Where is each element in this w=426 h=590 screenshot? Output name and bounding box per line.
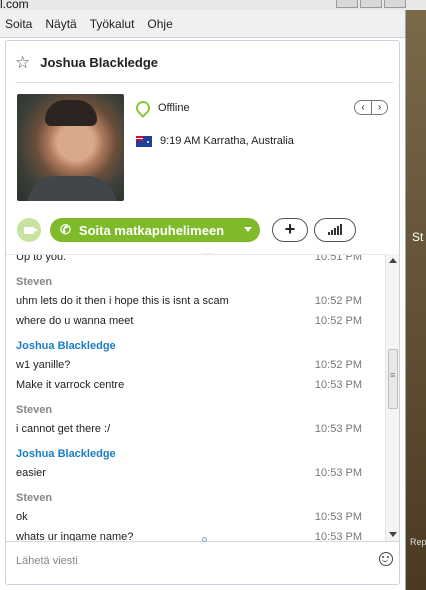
sender-name[interactable]: Steven bbox=[16, 492, 52, 504]
message-timestamp: 10:53 PM bbox=[314, 511, 362, 523]
message-text: uhm lets do it then i hope this is isnt … bbox=[16, 295, 229, 307]
message-text: ok bbox=[16, 511, 28, 523]
contact-name: Joshua Blackledge bbox=[40, 54, 159, 70]
splitter-handle-icon[interactable] bbox=[202, 537, 207, 542]
contact-nav-arrows: ‹ › bbox=[354, 100, 388, 115]
message-row[interactable]: easier 10:53 PM bbox=[6, 463, 385, 483]
background-window-controls bbox=[336, 0, 406, 8]
background-text: St bbox=[412, 230, 424, 244]
sender-name[interactable]: Steven bbox=[16, 276, 52, 288]
message-compose-area bbox=[6, 537, 399, 584]
scroll-down-icon[interactable] bbox=[389, 532, 397, 537]
emoticon-icon[interactable] bbox=[379, 552, 393, 566]
status-text: Offline bbox=[158, 102, 190, 114]
message-timestamp: 10:51 PM bbox=[314, 254, 362, 263]
header-divider bbox=[15, 82, 394, 83]
next-arrow-icon[interactable]: › bbox=[371, 101, 387, 114]
message-sender: Joshua Blackledge bbox=[6, 443, 385, 463]
close-icon[interactable] bbox=[384, 0, 406, 8]
call-quality-button[interactable] bbox=[314, 218, 356, 242]
message-timestamp: 10:52 PM bbox=[314, 359, 362, 371]
avatar-hair bbox=[45, 100, 97, 126]
message-row[interactable]: i cannot get there :/ 10:53 PM bbox=[6, 419, 385, 439]
favorite-star-icon[interactable]: ☆ bbox=[15, 54, 30, 71]
conversation-panel: ☆ Joshua Blackledge Offline ‹ › 9:19 AM … bbox=[5, 40, 400, 585]
message-sender: Steven bbox=[6, 399, 385, 419]
message-text: i cannot get there :/ bbox=[16, 423, 111, 435]
message-row[interactable]: w1 yanille? 10:52 PM bbox=[6, 355, 385, 375]
video-camera-icon bbox=[24, 226, 38, 234]
message-row[interactable]: ok 10:53 PM bbox=[6, 507, 385, 527]
chat-history: Up to you. 10:51 PM Steven uhm lets do it t… bbox=[6, 254, 399, 541]
skype-conversation-window: Soita Näytä Työkalut Ohje ☆ Joshua Black… bbox=[0, 10, 406, 590]
contact-avatar[interactable] bbox=[17, 94, 124, 201]
message-timestamp: 10:53 PM bbox=[314, 531, 362, 541]
call-mobile-label: Soita matkapuhelimeen bbox=[78, 222, 225, 238]
chat-scrollbar[interactable] bbox=[385, 254, 399, 541]
desktop-top-bar: l.com bbox=[0, 0, 426, 11]
signal-bar-icon bbox=[331, 230, 333, 235]
message-text: Up to you. bbox=[16, 254, 67, 263]
sender-name[interactable]: Steven bbox=[16, 404, 52, 416]
video-call-button[interactable] bbox=[17, 218, 41, 242]
chevron-down-icon[interactable] bbox=[244, 227, 252, 232]
message-text: whats ur ingame name? bbox=[16, 531, 134, 541]
message-row[interactable]: uhm lets do it then i hope this is isnt … bbox=[6, 291, 385, 311]
call-toolbar: ✆ Soita matkapuhelimeen + bbox=[16, 218, 389, 244]
signal-bar-icon bbox=[340, 224, 342, 235]
minimize-icon[interactable] bbox=[336, 0, 358, 8]
message-timestamp: 10:53 PM bbox=[314, 467, 362, 479]
message-timestamp: 10:53 PM bbox=[314, 379, 362, 391]
avatar-shirt bbox=[27, 176, 117, 201]
message-text: easier bbox=[16, 467, 46, 479]
contact-status: Offline bbox=[133, 98, 190, 118]
add-button[interactable]: + bbox=[272, 218, 308, 242]
message-input[interactable] bbox=[16, 552, 356, 570]
menu-item-nayta[interactable]: Näytä bbox=[45, 17, 76, 31]
message-timestamp: 10:53 PM bbox=[314, 423, 362, 435]
message-row[interactable]: where do u wanna meet 10:52 PM bbox=[6, 311, 385, 331]
australia-flag-icon bbox=[136, 135, 152, 147]
message-text: where do u wanna meet bbox=[16, 315, 134, 327]
scroll-up-icon[interactable] bbox=[389, 258, 397, 263]
message-sender: Steven bbox=[6, 271, 385, 291]
contact-header: ☆ Joshua Blackledge bbox=[6, 41, 399, 83]
message-sender: Joshua Blackledge bbox=[6, 335, 385, 355]
location-text: 9:19 AM Karratha, Australia bbox=[160, 135, 294, 147]
background-window-edge: St Rep bbox=[406, 10, 426, 590]
message-timestamp: 10:52 PM bbox=[314, 315, 362, 327]
message-timestamp: 10:52 PM bbox=[314, 295, 362, 307]
previous-arrow-icon[interactable]: ‹ bbox=[355, 101, 371, 114]
message-row[interactable]: Up to you. 10:51 PM bbox=[6, 254, 385, 267]
signal-bar-icon bbox=[334, 228, 336, 235]
message-list: Up to you. 10:51 PM Steven uhm lets do it t… bbox=[6, 254, 385, 541]
background-text-bottom: Rep bbox=[410, 537, 426, 547]
message-row[interactable]: whats ur ingame name? 10:53 PM bbox=[6, 527, 385, 541]
message-text: w1 yanille? bbox=[16, 359, 71, 371]
message-row[interactable]: Make it varrock centre 10:53 PM bbox=[6, 375, 385, 395]
menu-bar: Soita Näytä Työkalut Ohje bbox=[0, 10, 405, 38]
contact-location: 9:19 AM Karratha, Australia bbox=[136, 135, 294, 147]
message-text: Make it varrock centre bbox=[16, 379, 125, 391]
scroll-thumb[interactable] bbox=[388, 349, 398, 409]
signal-bar-icon bbox=[328, 232, 330, 235]
signal-bar-icon bbox=[337, 226, 339, 235]
call-mobile-button[interactable]: ✆ Soita matkapuhelimeen bbox=[50, 218, 260, 242]
sender-name[interactable]: Joshua Blackledge bbox=[16, 340, 116, 352]
menu-item-soita[interactable]: Soita bbox=[5, 17, 32, 31]
message-sender: Steven bbox=[6, 487, 385, 507]
offline-status-icon bbox=[133, 98, 153, 118]
menu-item-ohje[interactable]: Ohje bbox=[147, 17, 172, 31]
phone-icon: ✆ bbox=[60, 222, 71, 237]
menu-item-tyokalut[interactable]: Työkalut bbox=[90, 17, 135, 31]
maximize-icon[interactable] bbox=[360, 0, 382, 8]
sender-name[interactable]: Joshua Blackledge bbox=[16, 448, 116, 460]
